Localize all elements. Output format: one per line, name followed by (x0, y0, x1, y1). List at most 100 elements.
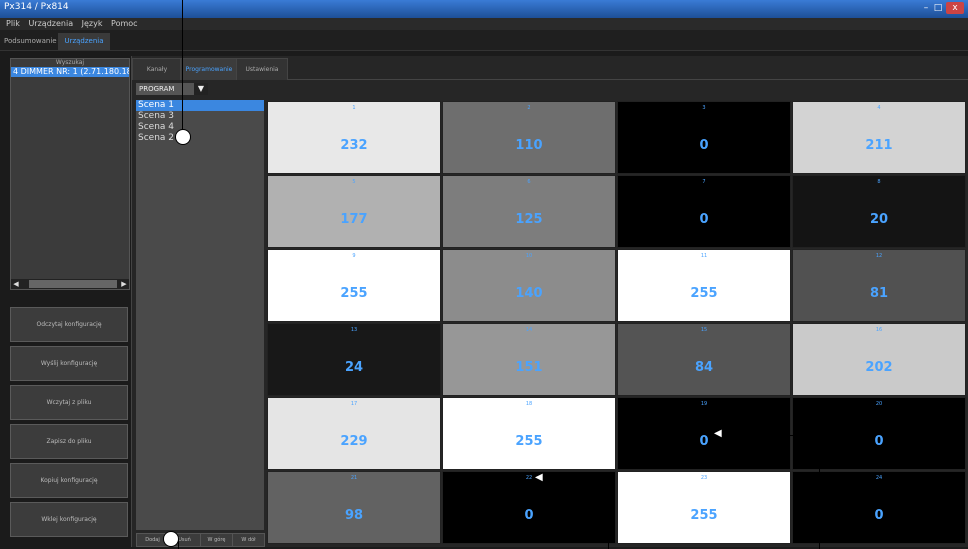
main-tabs: Podsumowanie Urządzenia (0, 30, 968, 51)
program-select-value: PROGRAM (139, 85, 175, 93)
annotation-line (182, 0, 183, 136)
channel-cell[interactable]: 30 (617, 101, 791, 174)
channel-value: 0 (699, 434, 709, 449)
channel-value: 229 (340, 434, 368, 449)
channel-number: 10 (525, 253, 533, 259)
arrow-icon: ◀ (535, 472, 543, 483)
scene-item[interactable]: Scena 2 (136, 133, 264, 144)
annotation-line (722, 435, 820, 436)
channel-number: 15 (700, 327, 708, 333)
load-file-button[interactable]: Wczytaj z pliku (10, 385, 128, 420)
channel-cell[interactable]: 13 24 (267, 323, 441, 396)
channel-number: 18 (525, 401, 533, 407)
channel-value: 125 (515, 212, 543, 227)
channel-number: 14 (525, 327, 533, 333)
menu-plik[interactable]: Plik (6, 18, 20, 30)
channel-number: 1 (352, 105, 356, 111)
channel-value: 140 (515, 286, 543, 301)
scene-item[interactable]: Scena 4 (136, 122, 264, 133)
channel-value: 255 (515, 434, 543, 449)
tab-kanaly[interactable]: Kanały (132, 58, 182, 80)
channel-cell[interactable]: 6 125 (442, 175, 616, 248)
program-select[interactable]: PROGRAM ▼ (136, 83, 208, 95)
channel-value: 24 (344, 360, 364, 375)
scene-list: Scena 1 Scena 3 Scena 4 Scena 2 (136, 100, 264, 530)
save-file-button[interactable]: Zapisz do pliku (10, 424, 128, 459)
copy-config-button[interactable]: Kopiuj konfigurację (10, 463, 128, 498)
channel-value: 98 (344, 508, 364, 523)
channel-cell[interactable]: 17 229 (267, 397, 441, 470)
channel-value: 81 (869, 286, 889, 301)
scene-item[interactable]: Scena 1 (136, 100, 264, 111)
channel-cell[interactable]: 15 84 (617, 323, 791, 396)
channel-cell[interactable]: 9 255 (267, 249, 441, 322)
horizontal-scrollbar[interactable]: ◀ ▶ (11, 279, 129, 289)
channel-number: 13 (350, 327, 358, 333)
channel-number: 12 (875, 253, 883, 259)
channel-value: 0 (699, 138, 709, 153)
channel-number: 21 (350, 475, 358, 481)
read-config-button[interactable]: Odczytaj konfigurację (10, 307, 128, 342)
maximize-icon[interactable]: □ (932, 2, 944, 14)
channel-number: 22 (525, 475, 533, 481)
channel-cell[interactable]: 12 81 (792, 249, 966, 322)
channel-cell[interactable]: 10 140 (442, 249, 616, 322)
annotation-dot (163, 531, 179, 547)
scroll-right-icon[interactable]: ▶ (119, 279, 129, 289)
minimize-icon[interactable]: – (920, 2, 932, 14)
channel-number: 9 (352, 253, 356, 259)
channel-value: 255 (340, 286, 368, 301)
channel-number: 4 (877, 105, 881, 111)
channel-cell[interactable]: 14 151 (442, 323, 616, 396)
channel-number: 2 (527, 105, 531, 111)
channel-cell[interactable]: 16 202 (792, 323, 966, 396)
annotation-dot (175, 129, 191, 145)
channel-cell[interactable]: 70 (617, 175, 791, 248)
window-title: Px314 / Px814 (4, 2, 69, 12)
tab-podsumowanie[interactable]: Podsumowanie (4, 33, 57, 50)
move-down-button[interactable]: W dół (232, 533, 265, 547)
close-icon[interactable]: x (946, 2, 964, 14)
channel-number: 20 (875, 401, 883, 407)
send-config-button[interactable]: Wyślij konfigurację (10, 346, 128, 381)
scroll-thumb[interactable] (29, 280, 117, 288)
channel-cell[interactable]: 22 0 (442, 471, 616, 544)
menu-urzadzenia[interactable]: Urządzenia (28, 18, 73, 30)
channel-number: 6 (527, 179, 531, 185)
channel-cell[interactable]: 23 255 (617, 471, 791, 544)
channel-cell[interactable]: 4 211 (792, 101, 966, 174)
tab-urzadzenia[interactable]: Urządzenia (58, 33, 110, 50)
device-item[interactable]: 4 DIMMER NR: 1 (2.71.180.181) (11, 67, 129, 77)
menu-bar: Plik Urządzenia Język Pomoc (0, 18, 968, 30)
channel-number: 3 (702, 105, 706, 111)
channel-number: 23 (700, 475, 708, 481)
channel-cell[interactable]: 8 20 (792, 175, 966, 248)
channel-value: 151 (515, 360, 543, 375)
annotation-line (545, 477, 609, 478)
paste-config-button[interactable]: Wklej konfigurację (10, 502, 128, 537)
channel-cell[interactable]: 21 98 (267, 471, 441, 544)
channel-value: 202 (865, 360, 893, 375)
scroll-left-icon[interactable]: ◀ (11, 279, 21, 289)
channel-number: 11 (700, 253, 708, 259)
tab-ustawienia[interactable]: Ustawienia (236, 58, 288, 80)
annotation-line (819, 435, 820, 549)
channel-cell[interactable]: 5 177 (267, 175, 441, 248)
scene-item[interactable]: Scena 3 (136, 111, 264, 122)
channel-cell[interactable]: 19 0 (617, 397, 791, 470)
tab-programowanie[interactable]: Programowanie (180, 58, 238, 80)
channel-value: 0 (524, 508, 534, 523)
channel-value: 20 (869, 212, 889, 227)
channel-grid: 1 232 2 110 3 0 4 211 5 177 6 125 7 0 8 20 9 255 10 140 11 25… (267, 101, 966, 546)
menu-pomoc[interactable]: Pomoc (111, 18, 138, 30)
move-up-button[interactable]: W górę (200, 533, 233, 547)
channel-number: 8 (877, 179, 881, 185)
menu-jezyk[interactable]: Język (82, 18, 103, 30)
chevron-down-icon[interactable]: ▼ (194, 83, 208, 95)
channel-cell[interactable]: 2 110 (442, 101, 616, 174)
config-buttons: Odczytaj konfigurację Wyślij konfiguracj… (10, 307, 128, 541)
channel-cell[interactable]: 18 255 (442, 397, 616, 470)
channel-cell[interactable]: 1 232 (267, 101, 441, 174)
channel-cell[interactable]: 11 255 (617, 249, 791, 322)
channel-value: 255 (690, 286, 718, 301)
